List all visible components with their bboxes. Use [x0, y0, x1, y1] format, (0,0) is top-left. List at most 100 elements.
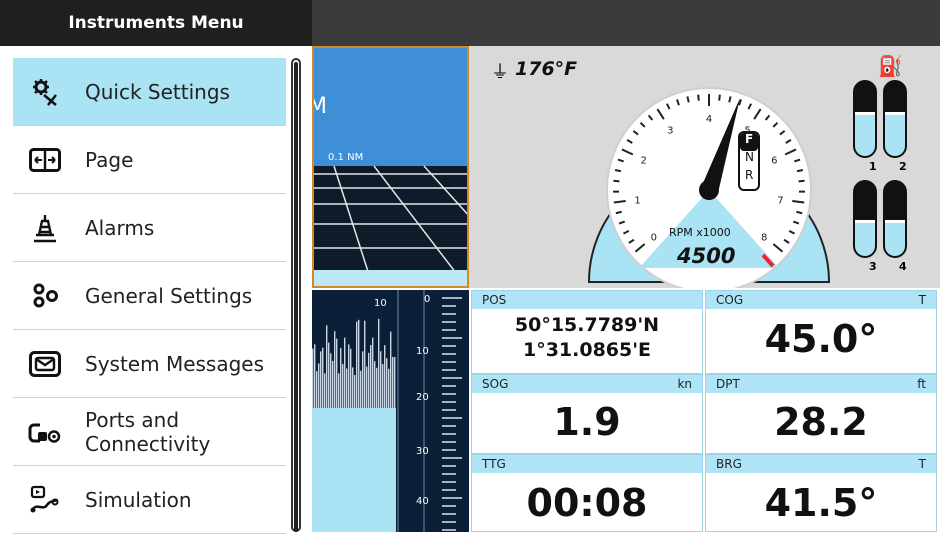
cell-header: TTG: [472, 455, 702, 473]
gear-neutral: N: [745, 150, 754, 164]
sonar-echo-bar: [360, 371, 361, 408]
fuel-tank-1: [853, 80, 877, 158]
menu-item-ports-connectivity[interactable]: Ports andConnectivity: [13, 398, 286, 466]
cell-label: POS: [482, 291, 506, 309]
instruments-menu: Quick Settings Page Alarms General Setti…: [0, 46, 312, 532]
sonar-echo-bar: [312, 349, 313, 408]
menu-item-label: Page: [85, 148, 133, 172]
sonar-pane[interactable]: 10 0 10 20 30 40: [312, 290, 469, 532]
chart-pane[interactable]: M 0.1 NM: [312, 46, 469, 288]
data-cell-pos[interactable]: POS 50°15.7789'N 1°31.0865'E: [471, 290, 703, 374]
sog-value: 1.9: [472, 393, 702, 451]
sonar-echo-bar: [388, 369, 389, 408]
dial-tick: [687, 96, 688, 102]
sonar-depth-tick: 0: [424, 294, 430, 305]
chart-edge-letter: M: [312, 94, 327, 119]
navigation-data-grid: POS 50°15.7789'N 1°31.0865'E COGT 45.0° …: [469, 288, 940, 532]
sonar-echo-bar: [374, 361, 375, 408]
dial-number: 3: [667, 125, 673, 136]
dial-number: 0: [651, 232, 657, 243]
dial-tick: [797, 170, 803, 171]
data-cell-sog[interactable]: SOGkn 1.9: [471, 374, 703, 454]
sonar-echo-bar: [332, 361, 333, 408]
sonar-depth-tick: 40: [416, 496, 429, 507]
menu-item-label: System Messages: [85, 352, 264, 376]
sonar-echo-bar: [320, 351, 321, 408]
menu-item-simulation[interactable]: Simulation: [13, 466, 286, 534]
ports-connectivity-icon: [27, 414, 63, 450]
dial-tick: [615, 170, 621, 171]
chart-scale-label: 0.1 NM: [328, 152, 363, 163]
dial-number: 7: [777, 195, 783, 206]
menu-item-quick-settings[interactable]: Quick Settings: [13, 58, 286, 126]
cell-header: COG T: [706, 291, 936, 309]
cell-unit: T: [919, 291, 926, 309]
rpm-label: RPM x1000: [669, 226, 731, 239]
cell-header: POS: [472, 291, 702, 309]
cell-label: DPT: [716, 375, 740, 393]
sonar-history: [312, 290, 469, 532]
sonar-echo-bar: [338, 373, 339, 408]
sonar-echo-bar: [384, 345, 385, 408]
data-cell-brg[interactable]: BRGT 41.5°: [705, 454, 937, 532]
fuel-tank-2: [883, 80, 907, 158]
page-icon: [27, 142, 63, 178]
tank-label: 4: [899, 260, 907, 273]
menu-title: Instruments Menu: [0, 0, 312, 46]
fuel-icon: ⛽: [878, 54, 903, 78]
sonar-echo-bar: [356, 322, 357, 408]
cell-header: BRG T: [706, 455, 936, 473]
general-settings-icon: [27, 278, 63, 314]
sonar-echo-bar: [392, 357, 393, 408]
sonar-echo-bar: [386, 358, 387, 408]
dial-tick: [719, 95, 720, 101]
sonar-depth-tick: 20: [416, 392, 429, 403]
fuel-tank-4: [883, 180, 907, 258]
menu-item-page[interactable]: Page: [13, 126, 286, 194]
tank-label: 3: [869, 260, 877, 273]
fuel-tank-3: [853, 180, 877, 258]
pos-latitude: 50°15.7789'N: [472, 313, 702, 338]
pos-longitude: 1°31.0865'E: [472, 338, 702, 363]
menu-item-label: Quick Settings: [85, 80, 230, 104]
sonar-echo-bar: [334, 331, 335, 408]
quick-settings-icon: [27, 74, 63, 110]
menu-item-system-messages[interactable]: System Messages: [13, 330, 286, 398]
menu-scroll-thumb[interactable]: [294, 62, 298, 532]
dial-number: 4: [706, 114, 712, 125]
sonar-echo-bar: [376, 368, 377, 408]
tank-label: 1: [869, 160, 877, 173]
cell-header: DPTft: [706, 375, 936, 393]
sonar-echo-bar: [380, 351, 381, 408]
chart-plot: [314, 48, 469, 288]
sonar-echo-bar: [364, 321, 365, 408]
fuel-tank-level: [885, 220, 905, 256]
menu-item-general-settings[interactable]: General Settings: [13, 262, 286, 330]
dpt-value: 28.2: [706, 393, 936, 451]
cell-unit: T: [919, 455, 926, 473]
dial-tick: [729, 96, 730, 102]
data-cell-dpt[interactable]: DPTft 28.2: [705, 374, 937, 454]
dial-number: 1: [634, 195, 640, 206]
data-cell-ttg[interactable]: TTG 00:08: [471, 454, 703, 532]
tank-label: 2: [899, 160, 907, 173]
menu-item-alarms[interactable]: Alarms: [13, 194, 286, 262]
cell-label: BRG: [716, 455, 742, 473]
dial-tick: [796, 212, 802, 213]
dial-tick: [698, 95, 699, 101]
sonar-echo-bar: [362, 351, 363, 408]
cell-label: COG: [716, 291, 743, 309]
dial-number: 2: [641, 156, 647, 167]
sonar-echo-bar: [370, 345, 371, 408]
gear-reverse: R: [745, 168, 753, 182]
sonar-echo-bar: [382, 364, 383, 408]
dial-tick: [616, 212, 622, 213]
sonar-depth-tick: 30: [416, 446, 429, 457]
sonar-echo-bar: [346, 369, 347, 408]
data-cell-cog[interactable]: COGT 45.0°: [705, 290, 937, 374]
sonar-range-label: 10: [374, 298, 387, 309]
menu-item-label: General Settings: [85, 284, 252, 308]
engine-temperature: 176°F: [515, 58, 577, 80]
sonar-echo-bar: [390, 332, 391, 408]
sonar-echo-bar: [394, 357, 395, 408]
